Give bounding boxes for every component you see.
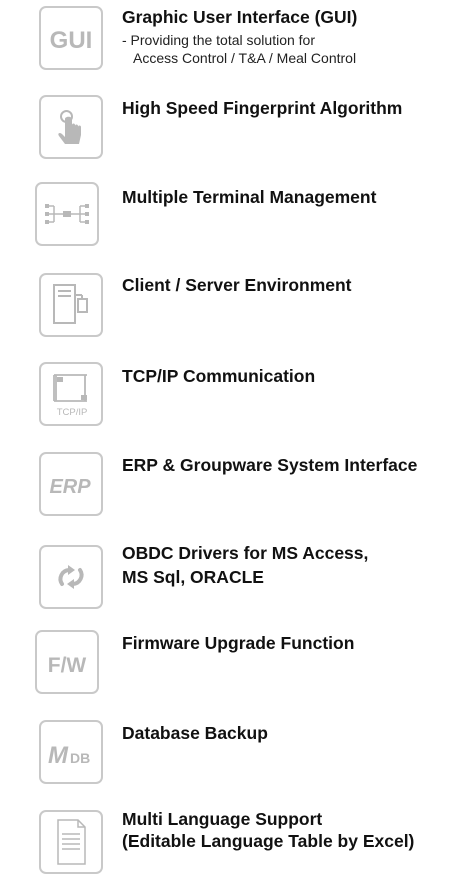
feature-title: Graphic User Interface (GUI)	[122, 7, 358, 27]
tcpip-icon: TCP/IP	[39, 362, 103, 426]
feature-description-line: - Providing the total solution for	[122, 32, 315, 48]
feature-description-line: Access Control / T&A / Meal Control	[133, 50, 357, 66]
firmware-icon-label: F/W	[48, 654, 87, 677]
database-icon-sub: DB	[70, 750, 90, 766]
gui-icon-label: GUI	[50, 27, 93, 54]
sync-arrows-icon	[39, 545, 103, 609]
database-icon: M DB	[39, 720, 103, 784]
fingerprint-touch-icon	[39, 95, 103, 159]
firmware-icon: F/W	[35, 630, 99, 694]
feature-title: MS Sql, ORACLE	[122, 567, 264, 587]
feature-title: Firmware Upgrade Function	[122, 633, 355, 653]
feature-title: OBDC Drivers for MS Access,	[122, 543, 369, 563]
gui-icon: GUI	[39, 6, 103, 70]
feature-title: Multi Language Support	[122, 809, 323, 829]
database-icon-letter: M	[48, 742, 69, 769]
feature-title: Database Backup	[122, 723, 268, 743]
feature-title: Multiple Terminal Management	[122, 187, 377, 207]
network-nodes-icon	[35, 182, 99, 246]
feature-title: High Speed Fingerprint Algorithm	[122, 98, 403, 118]
erp-icon-label: ERP	[49, 476, 91, 498]
feature-title: (Editable Language Table by Excel)	[122, 831, 415, 851]
tcpip-icon-label: TCP/IP	[57, 407, 88, 418]
feature-title: Client / Server Environment	[122, 275, 352, 295]
client-server-icon	[39, 273, 103, 337]
erp-icon: ERP	[39, 452, 103, 516]
feature-title: TCP/IP Communication	[122, 366, 316, 386]
feature-title: ERP & Groupware System Interface	[122, 455, 418, 475]
document-icon	[39, 810, 103, 874]
